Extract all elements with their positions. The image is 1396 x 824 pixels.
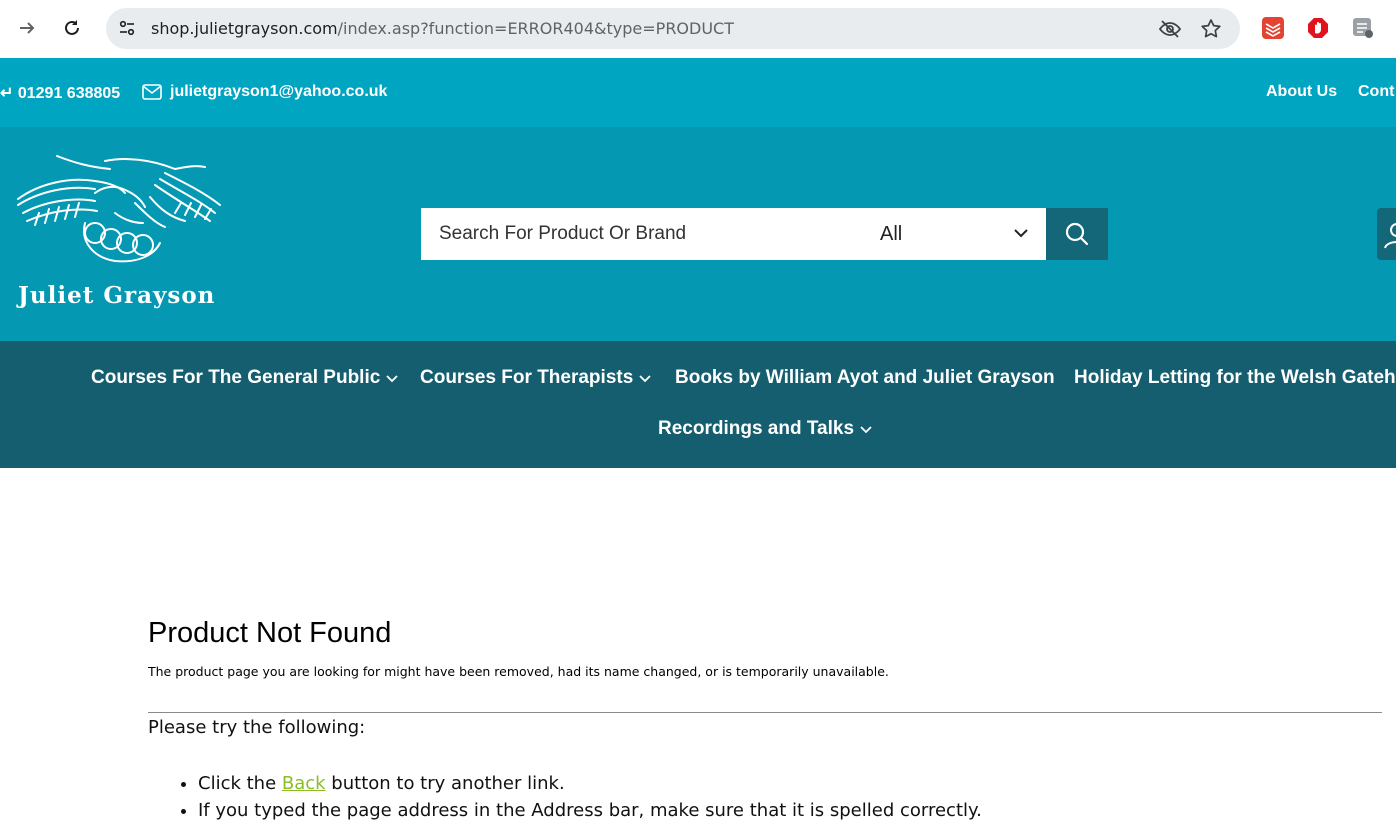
chevron-down-icon <box>386 375 398 383</box>
main-navigation: Courses For The General Public Courses F… <box>0 341 1396 468</box>
url-host: shop.julietgrayson.com <box>151 19 338 38</box>
todoist-extension-icon[interactable] <box>1262 17 1284 39</box>
nav-holiday-letting[interactable]: Holiday Letting for the Welsh Gateho <box>1074 367 1396 389</box>
chevron-down-icon <box>860 426 872 434</box>
contact-link[interactable]: Cont <box>1358 83 1394 101</box>
divider <box>148 712 1382 713</box>
category-select[interactable]: All <box>861 208 1046 260</box>
logo-text[interactable]: Juliet Grayson <box>18 282 215 309</box>
user-icon <box>1384 223 1396 249</box>
phone-number: 01291 638805 <box>17 85 121 102</box>
reload-icon <box>65 20 79 35</box>
phone-contact[interactable]: ↵ 01291 638805 <box>0 83 120 103</box>
account-button[interactable] <box>1377 208 1396 260</box>
search-input[interactable] <box>421 208 861 260</box>
bookmark-star-icon[interactable] <box>1199 17 1223 41</box>
chevron-down-icon <box>1014 229 1028 238</box>
back-link[interactable]: Back <box>282 773 326 794</box>
email-contact[interactable]: julietgrayson1@yahoo.co.uk <box>142 83 387 101</box>
tip-text: button to try another link. <box>325 773 565 794</box>
nav-label: Courses For The General Public <box>91 367 381 388</box>
url-text[interactable]: shop.julietgrayson.com/index.asp?functio… <box>151 19 734 38</box>
forward-arrow-icon <box>20 22 35 34</box>
page-title: Product Not Found <box>148 617 392 649</box>
suggestion-list: Click the Back button to try another lin… <box>148 770 982 824</box>
envelope-icon <box>142 84 162 100</box>
nav-label: Recordings and Talks <box>658 418 855 439</box>
try-heading: Please try the following: <box>148 717 366 738</box>
search-icon <box>1065 222 1089 246</box>
list-item: If you typed the page address in the Add… <box>198 797 982 824</box>
top-info-bar: ↵ 01291 638805 julietgrayson1@yahoo.co.u… <box>0 58 1396 127</box>
nav-label: Courses For Therapists <box>420 367 634 388</box>
nav-recordings-talks[interactable]: Recordings and Talks <box>658 418 873 440</box>
reload-button[interactable] <box>57 13 87 43</box>
nav-label: Books by William Ayot and Juliet Grayson <box>675 367 1055 388</box>
list-item: Click the Back button to try another lin… <box>198 770 982 797</box>
phone-icon: ↵ <box>0 85 14 102</box>
email-address: julietgrayson1@yahoo.co.uk <box>170 83 388 100</box>
nav-courses-therapists[interactable]: Courses For Therapists <box>420 367 652 389</box>
error-description: The product page you are looking for mig… <box>148 664 889 679</box>
tip-text: Click the <box>198 773 282 794</box>
nav-courses-general-public[interactable]: Courses For The General Public <box>91 367 399 389</box>
extension-puzzle-icon[interactable] <box>1352 17 1374 39</box>
adblock-extension-icon[interactable] <box>1307 17 1329 39</box>
search-bar: All <box>421 208 1108 260</box>
nav-label: Holiday Letting for the Welsh Gateho <box>1074 367 1396 388</box>
site-info-icon[interactable] <box>116 17 138 39</box>
address-bar[interactable]: shop.julietgrayson.com/index.asp?functio… <box>106 8 1240 49</box>
site-header: Juliet Grayson All <box>0 127 1396 341</box>
forward-button[interactable] <box>12 13 42 43</box>
chevron-down-icon <box>639 375 651 383</box>
eye-slash-icon[interactable] <box>1158 17 1182 41</box>
category-selected-value: All <box>880 223 903 245</box>
browser-toolbar: shop.julietgrayson.com/index.asp?functio… <box>0 0 1396 58</box>
search-button[interactable] <box>1046 208 1108 260</box>
about-us-link[interactable]: About Us <box>1266 83 1337 101</box>
nav-books[interactable]: Books by William Ayot and Juliet Grayson <box>675 367 1055 389</box>
url-path: /index.asp?function=ERROR404&type=PRODUC… <box>337 19 734 38</box>
